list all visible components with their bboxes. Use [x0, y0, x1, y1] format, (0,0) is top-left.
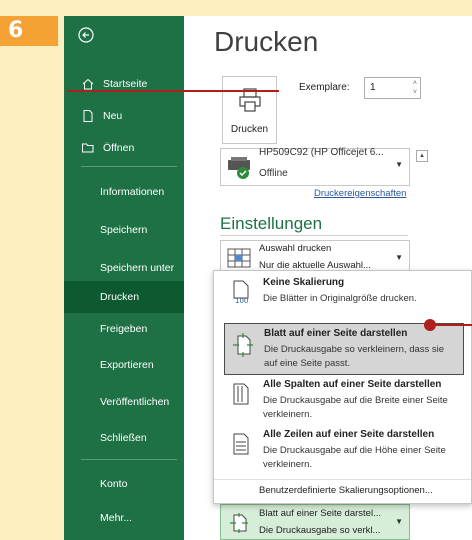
- printer-status-icon: [228, 157, 250, 179]
- nav-speichern-unter[interactable]: Speichern unter: [64, 252, 184, 284]
- nav-label: Speichern unter: [100, 262, 175, 274]
- nav-label: Exportieren: [100, 359, 154, 371]
- nav-mehr[interactable]: Mehr...: [64, 502, 184, 534]
- option-title: Alle Zeilen auf einer Seite darstellen: [263, 429, 435, 440]
- copies-label: Exemplare:: [299, 82, 350, 93]
- nav-label: Schließen: [100, 432, 147, 444]
- back-arrow-icon[interactable]: [78, 27, 94, 43]
- new-document-icon: [81, 109, 95, 123]
- nav-schliessen[interactable]: Schließen: [64, 422, 184, 454]
- option-desc: Die Druckausgabe auf die Höhe einer Seit…: [263, 445, 446, 470]
- scaling-title: Blatt auf einer Seite darstel...: [259, 508, 381, 519]
- nav-label: Informationen: [100, 186, 165, 198]
- copies-spinner[interactable]: ˄ ˅: [413, 79, 417, 97]
- option-desc: Die Druckausgabe so verkleinern, dass si…: [264, 344, 445, 369]
- printer-status: Offline: [259, 168, 288, 179]
- option-title: Keine Skalierung: [263, 277, 345, 288]
- callout-dot: [424, 319, 436, 331]
- print-button-label: Drucken: [230, 124, 269, 135]
- chevron-down-icon: ▼: [395, 160, 403, 169]
- scroll-up-button[interactable]: ▲: [416, 150, 428, 162]
- nav-freigeben[interactable]: Freigeben: [64, 313, 184, 345]
- option-title: Alle Spalten auf einer Seite darstellen: [263, 379, 442, 390]
- scaling-menu: 100 Keine Skalierung Die Blätter in Orig…: [213, 270, 472, 504]
- copies-input[interactable]: 1 ˄ ˅: [364, 77, 421, 99]
- nav-speichern[interactable]: Speichern: [64, 214, 184, 246]
- sidebar-divider: [81, 166, 177, 167]
- settings-divider: [220, 235, 408, 236]
- nav-startseite[interactable]: Startseite: [64, 68, 184, 100]
- fit-sheet-icon: [230, 513, 248, 533]
- sidebar: Startseite Neu Öffnen Informationen Spei…: [64, 16, 184, 540]
- chevron-down-icon: ▼: [395, 253, 403, 262]
- open-folder-icon: [81, 141, 95, 155]
- menu-divider: [214, 479, 471, 480]
- scaling-desc: Die Druckausgabe so verkl...: [259, 525, 381, 536]
- sidebar-divider: [81, 459, 177, 460]
- nav-label: Konto: [100, 478, 128, 490]
- nav-label: Freigeben: [100, 323, 148, 335]
- option-alle-spalten[interactable]: Alle Spalten auf einer Seite darstellen …: [224, 379, 464, 425]
- printer-name: HP509C92 (HP Officejet 6...: [259, 147, 384, 158]
- selection-grid-icon: [227, 248, 251, 268]
- step-badge: 6: [0, 16, 58, 46]
- custom-scaling-options[interactable]: Benutzerdefinierte Skalierungsoptionen..…: [259, 485, 433, 496]
- copies-value: 1: [370, 82, 376, 93]
- nav-veroeffentlichen[interactable]: Veröffentlichen: [64, 386, 184, 418]
- nav-label: Drucken: [100, 291, 140, 303]
- settings-heading: Einstellungen: [220, 214, 323, 233]
- nav-label: Veröffentlichen: [100, 396, 170, 408]
- nav-label: Öffnen: [103, 142, 135, 154]
- nav-label: Speichern: [100, 224, 148, 236]
- callout-line: [67, 90, 279, 92]
- printer-properties-link[interactable]: Druckereigenschaften: [314, 188, 406, 199]
- fit-rows-icon: [233, 433, 249, 455]
- option-keine-skalierung[interactable]: 100 Keine Skalierung Die Blätter in Orig…: [224, 277, 464, 321]
- svg-text:100: 100: [235, 297, 248, 304]
- fit-sheet-icon: [233, 333, 253, 357]
- option-desc: Die Blätter in Originalgröße drucken.: [263, 293, 417, 304]
- callout-line: [436, 324, 472, 326]
- nav-oeffnen[interactable]: Öffnen: [64, 132, 184, 164]
- nav-label: Mehr...: [100, 512, 133, 524]
- page-title: Drucken: [214, 26, 319, 57]
- print-range-title: Auswahl drucken: [259, 243, 332, 254]
- fit-columns-icon: [233, 383, 249, 405]
- nav-exportieren[interactable]: Exportieren: [64, 349, 184, 381]
- nav-drucken[interactable]: Drucken: [64, 281, 184, 313]
- nav-label: Startseite: [103, 78, 148, 90]
- print-button[interactable]: Drucken: [222, 76, 277, 144]
- option-title: Blatt auf einer Seite darstellen: [264, 328, 408, 339]
- nav-konto[interactable]: Konto: [64, 468, 184, 500]
- scaling-select[interactable]: Blatt auf einer Seite darstel... Die Dru…: [220, 504, 410, 540]
- printer-select[interactable]: HP509C92 (HP Officejet 6... Offline ▼: [220, 147, 410, 186]
- nav-informationen[interactable]: Informationen: [64, 176, 184, 208]
- no-scaling-icon: 100: [233, 280, 249, 304]
- option-alle-zeilen[interactable]: Alle Zeilen auf einer Seite darstellen D…: [224, 429, 464, 475]
- nav-neu[interactable]: Neu: [64, 100, 184, 132]
- chevron-down-icon: ▼: [395, 517, 403, 526]
- home-icon: [81, 77, 95, 91]
- option-desc: Die Druckausgabe auf die Breite einer Se…: [263, 395, 448, 420]
- nav-label: Neu: [103, 110, 123, 122]
